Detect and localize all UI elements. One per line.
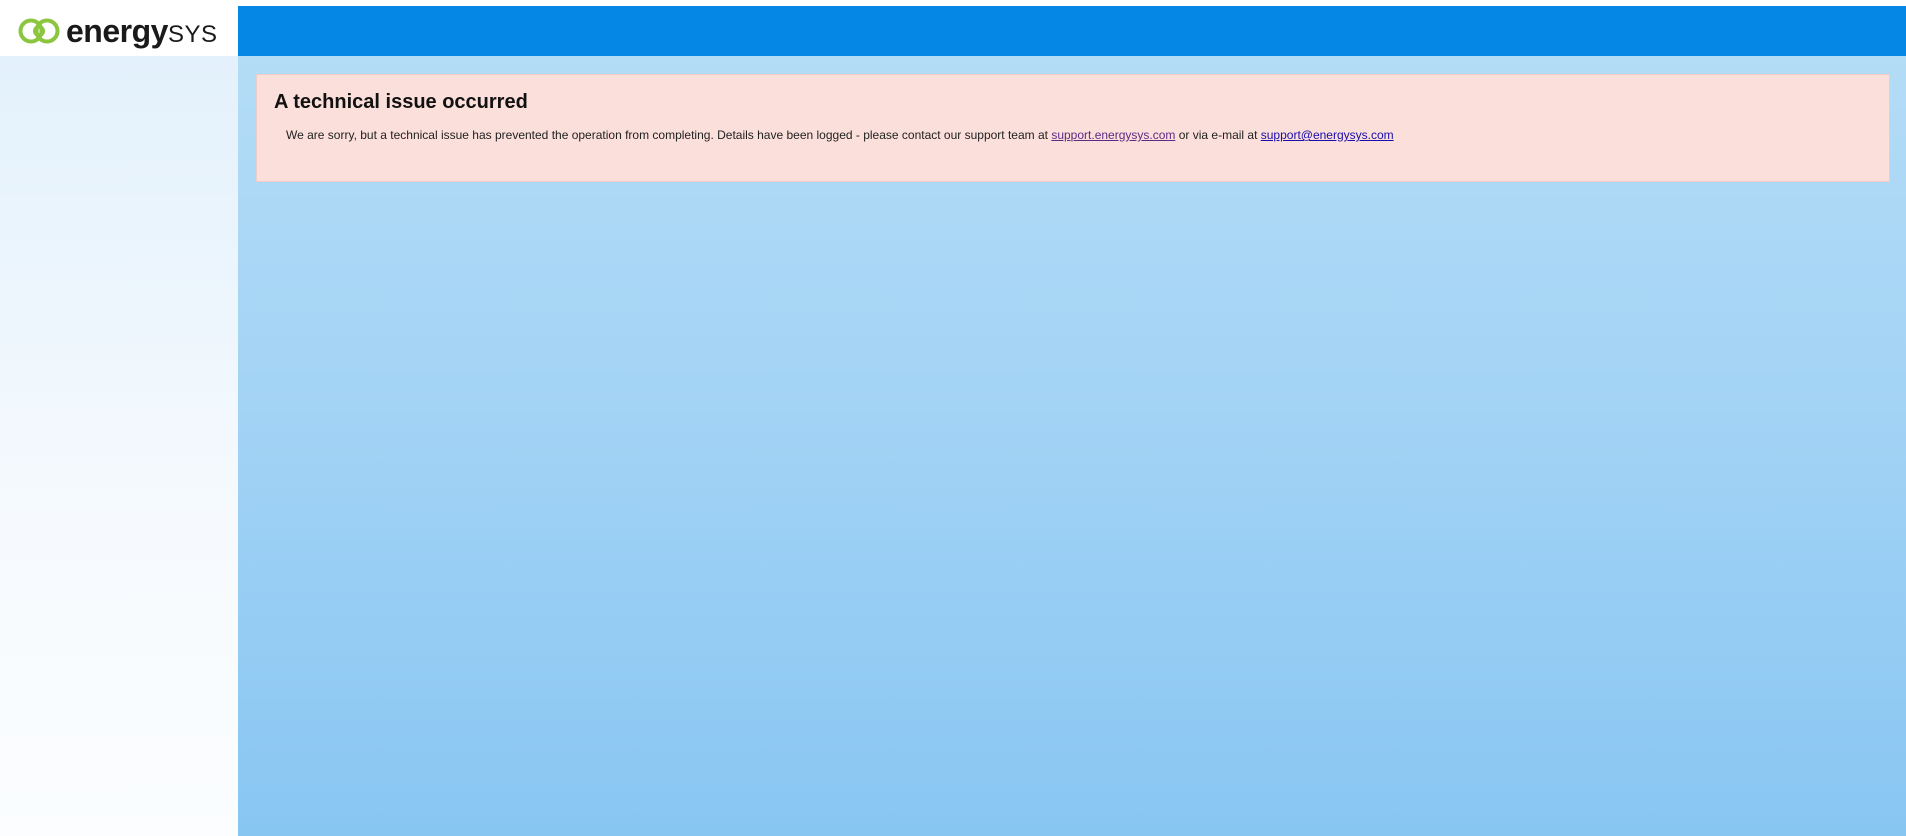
support-site-link[interactable]: support.energysys.com	[1051, 128, 1175, 142]
logo-text: energySYS	[66, 15, 217, 47]
energysys-logo-icon	[18, 18, 60, 44]
support-email-link[interactable]: support@energysys.com	[1261, 128, 1394, 142]
error-message-middle: or via e-mail at	[1175, 128, 1261, 142]
sidebar	[0, 56, 238, 836]
logo-text-bold: energy	[66, 13, 168, 49]
logo[interactable]: energySYS	[0, 6, 238, 56]
error-message: We are sorry, but a technical issue has …	[286, 128, 1394, 142]
error-message-text: We are sorry, but a technical issue has …	[286, 128, 1052, 142]
main-content: A technical issue occurred We are sorry,…	[238, 56, 1906, 836]
error-panel: A technical issue occurred We are sorry,…	[256, 74, 1890, 182]
logo-text-light: SYS	[167, 21, 218, 48]
header-bar	[238, 6, 1906, 56]
error-title: A technical issue occurred	[274, 91, 528, 113]
